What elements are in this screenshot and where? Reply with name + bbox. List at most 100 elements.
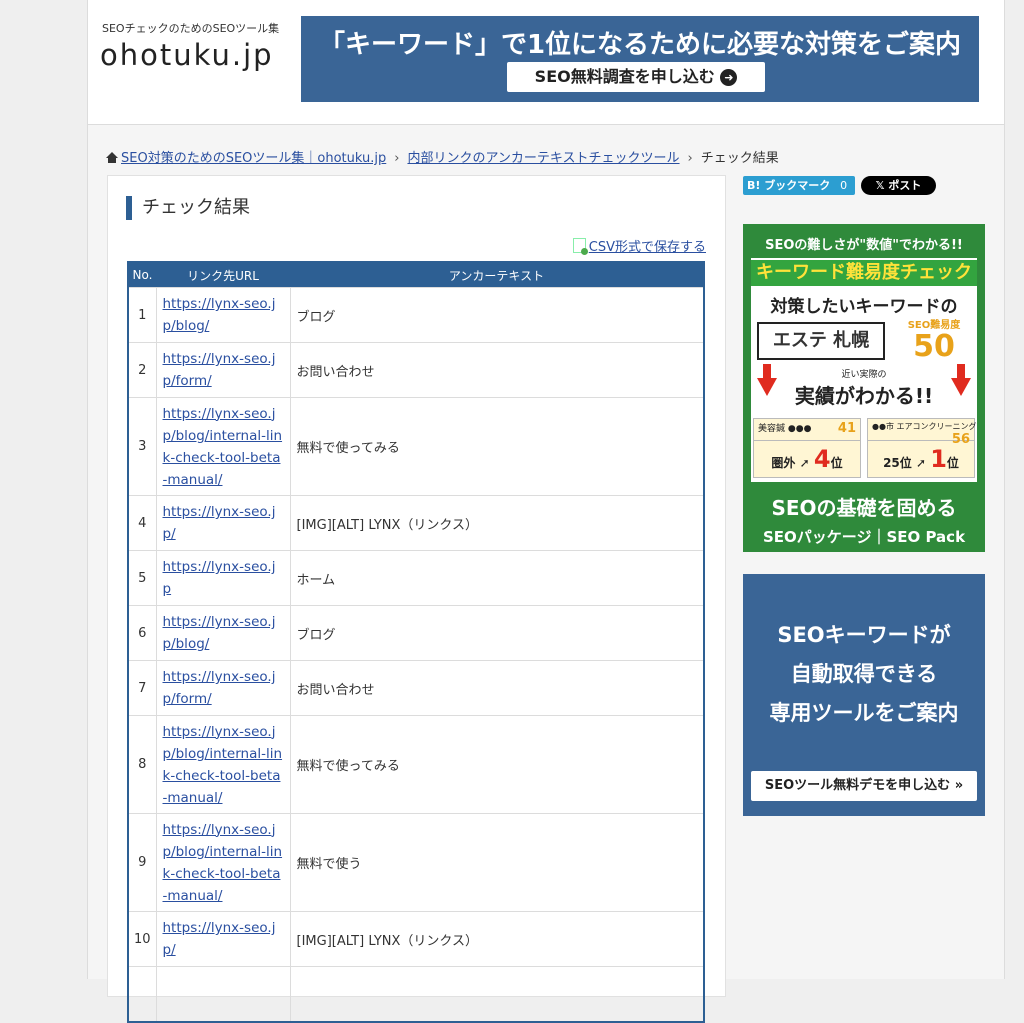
ad1-rank-to: 4: [813, 445, 831, 473]
row-url-cell: https://lynx-seo.jp/blog/internal-link-c…: [155, 397, 291, 496]
row-anchor-text: 無料で使ってみる: [289, 715, 705, 814]
row-url-link[interactable]: https://lynx-seo.jp/form/: [163, 351, 276, 389]
row-url-cell: https://lynx-seo.jp/: [155, 911, 291, 967]
row-anchor-text: ブログ: [289, 605, 705, 661]
row-anchor-text: お問い合わせ: [289, 660, 705, 716]
table-header-row: No. リンク先URL アンカーテキスト: [128, 262, 704, 288]
row-url-link[interactable]: https://lynx-seo.jp: [163, 559, 276, 597]
ad1-case-rank: 圏外 ➚ 4位: [771, 445, 843, 473]
ad1-difficulty-value: 50: [913, 329, 955, 364]
row-url-cell: https://lynx-seo.jp/form/: [155, 660, 291, 716]
ad2-demo-button[interactable]: SEOツール無料デモを申し込む »: [751, 771, 977, 801]
row-url-link[interactable]: https://lynx-seo.jp/blog/internal-link-c…: [163, 406, 283, 488]
home-icon: [106, 152, 118, 163]
ad1-case-label: ●●市 エアコンクリーニング: [872, 422, 977, 431]
ad1-mid-text: 実績がわかる!!: [794, 384, 934, 408]
row-number: 2: [127, 342, 157, 398]
csv-file-icon: [572, 238, 588, 255]
row-number: 3: [127, 397, 157, 496]
csv-save-link[interactable]: CSV形式で保存する: [572, 236, 706, 255]
banner-title: 「キーワード」で1位になるために必要な対策をご案内: [318, 30, 962, 60]
row-url-cell: https://lynx-seo.jp/blog/: [155, 605, 291, 661]
x-post-label: ポスト: [888, 179, 922, 192]
ad1-rank-from: 圏外: [771, 456, 796, 470]
header-banner-ad[interactable]: 「キーワード」で1位になるために必要な対策をご案内 SEO無料調査を申し込む ➜: [301, 16, 979, 102]
row-number: 4: [127, 495, 157, 551]
row-number: 8: [127, 715, 157, 814]
x-post-button[interactable]: 𝕏 ポスト: [861, 176, 936, 195]
page-wrapper: SEOチェックのためのSEOツール集 ohotuku.jp 「キーワード」で1位…: [87, 0, 1005, 1023]
column-header-no: No.: [128, 262, 156, 288]
row-anchor-text: 無料で使う: [289, 813, 705, 912]
row-url-link[interactable]: https://lynx-seo.jp/blog/internal-link-c…: [163, 822, 283, 904]
x-logo-icon: 𝕏: [875, 179, 885, 192]
column-header-url: リンク先URL: [156, 262, 290, 288]
ad2-text: SEOキーワードが 自動取得できる 専用ツールをご案内: [743, 616, 985, 733]
site-tagline: SEOチェックのためのSEOツール集: [102, 22, 280, 35]
table-row: 1 https://lynx-seo.jp/blog/ ブログ: [127, 287, 705, 343]
table-row: 8 https://lynx-seo.jp/blog/internal-link…: [127, 715, 705, 814]
row-number: 10: [127, 911, 157, 967]
breadcrumb-separator: ›: [394, 151, 400, 166]
ad1-mid: 近い実際の 実績がわかる!!: [751, 370, 977, 409]
breadcrumb-parent-link[interactable]: 内部リンクのアンカーテキストチェックツール: [407, 151, 679, 166]
ad1-rank-unit: 位: [830, 456, 843, 470]
row-url-cell: https://lynx-seo.jp/form/: [155, 342, 291, 398]
breadcrumb-current: チェック結果: [700, 151, 779, 166]
row-number: 9: [127, 813, 157, 912]
results-table: No. リンク先URL アンカーテキスト 1 https://lynx-seo.…: [127, 261, 705, 1023]
row-url-link[interactable]: https://lynx-seo.jp/: [163, 920, 276, 958]
keyword-difficulty-ad[interactable]: SEOの難しさが"数値"でわかる!! キーワード難易度チェック 対策したいキーワ…: [743, 224, 985, 552]
hatena-bookmark-button[interactable]: B! ブックマーク 0: [743, 176, 855, 195]
ad1-panel: 対策したいキーワードの エステ 札幌 SEO難易度 50 近い実際の 実績がわか…: [751, 286, 977, 482]
column-header-anchor: アンカーテキスト: [290, 262, 704, 288]
table-row: 7 https://lynx-seo.jp/form/ お問い合わせ: [127, 660, 705, 716]
table-row: [127, 966, 705, 1022]
row-url-link[interactable]: https://lynx-seo.jp/form/: [163, 669, 276, 707]
seo-tool-demo-ad[interactable]: SEOキーワードが 自動取得できる 専用ツールをご案内 SEOツール無料デモを申…: [743, 574, 985, 816]
ad2-line-3: 専用ツールをご案内: [769, 701, 959, 725]
banner-apply-button[interactable]: SEO無料調査を申し込む ➜: [507, 62, 765, 92]
csv-save-label: CSV形式で保存する: [588, 240, 706, 255]
ad1-case-label: 美容鍼 ●●●: [758, 424, 812, 434]
row-url-cell: https://lynx-seo.jp: [155, 550, 291, 606]
arrow-right-circle-icon: ➜: [720, 69, 738, 86]
row-url-cell: https://lynx-seo.jp/blog/internal-link-c…: [155, 813, 291, 912]
row-url-link[interactable]: https://lynx-seo.jp/blog/: [163, 614, 276, 652]
row-anchor-text: [IMG][ALT] LYNX（リンクス）: [289, 911, 705, 967]
banner-button-label: SEO無料調査を申し込む: [534, 67, 715, 86]
row-url-cell: https://lynx-seo.jp/blog/: [155, 287, 291, 343]
row-url-link[interactable]: https://lynx-seo.jp/blog/: [163, 296, 276, 334]
row-number: [127, 966, 157, 1022]
site-logo[interactable]: ohotuku.jp: [100, 38, 274, 72]
table-row: 9 https://lynx-seo.jp/blog/internal-link…: [127, 813, 705, 912]
ad1-case-cell: ●●市 エアコンクリーニング 56 25位 ➚ 1位: [867, 418, 977, 478]
row-number: 7: [127, 660, 157, 716]
table-row: 4 https://lynx-seo.jp/ [IMG][ALT] LYNX（リ…: [127, 495, 705, 551]
row-url-cell: [155, 966, 291, 1022]
ad1-rank-to: 1: [930, 445, 947, 473]
breadcrumb-home-link[interactable]: SEO対策のためのSEOツール集｜ohotuku.jp: [121, 151, 386, 166]
row-url-link[interactable]: https://lynx-seo.jp/: [163, 504, 276, 542]
hatena-label: B! ブックマーク: [747, 179, 831, 192]
table-row: 2 https://lynx-seo.jp/form/ お問い合わせ: [127, 342, 705, 398]
ad2-line-2: 自動取得できる: [790, 662, 938, 686]
table-row: 6 https://lynx-seo.jp/blog/ ブログ: [127, 605, 705, 661]
ad1-rank-unit: 位: [946, 456, 959, 470]
ad1-case-rank: 25位 ➚ 1位: [883, 445, 959, 473]
ad1-case-value: 41: [837, 421, 856, 436]
ad2-line-1: SEOキーワードが: [777, 623, 951, 647]
ad1-difficulty: SEO難易度 50: [897, 316, 971, 363]
ad1-top-text: SEOの難しさが"数値"でわかる!!: [765, 238, 963, 253]
hatena-count: 0: [840, 179, 848, 192]
row-number: 1: [127, 287, 157, 343]
ad1-case-row: ●●市 エアコンクリーニング 56: [868, 419, 977, 447]
ad1-case-cell: 美容鍼 ●●● 41 圏外 ➚ 4位: [753, 418, 861, 478]
row-url-link[interactable]: https://lynx-seo.jp/blog/internal-link-c…: [163, 724, 283, 806]
ad1-keyword: エステ 札幌: [757, 322, 885, 360]
breadcrumb: SEO対策のためのSEOツール集｜ohotuku.jp › 内部リンクのアンカーテキ…: [106, 147, 779, 166]
table-row: 3 https://lynx-seo.jp/blog/internal-link…: [127, 397, 705, 496]
ad1-bottom-title: SEOの基礎を固める: [771, 496, 957, 520]
row-number: 5: [127, 550, 157, 606]
main-content: チェック結果 CSV形式で保存する No. リンク先URL アンカーテキスト 1: [107, 175, 726, 1023]
